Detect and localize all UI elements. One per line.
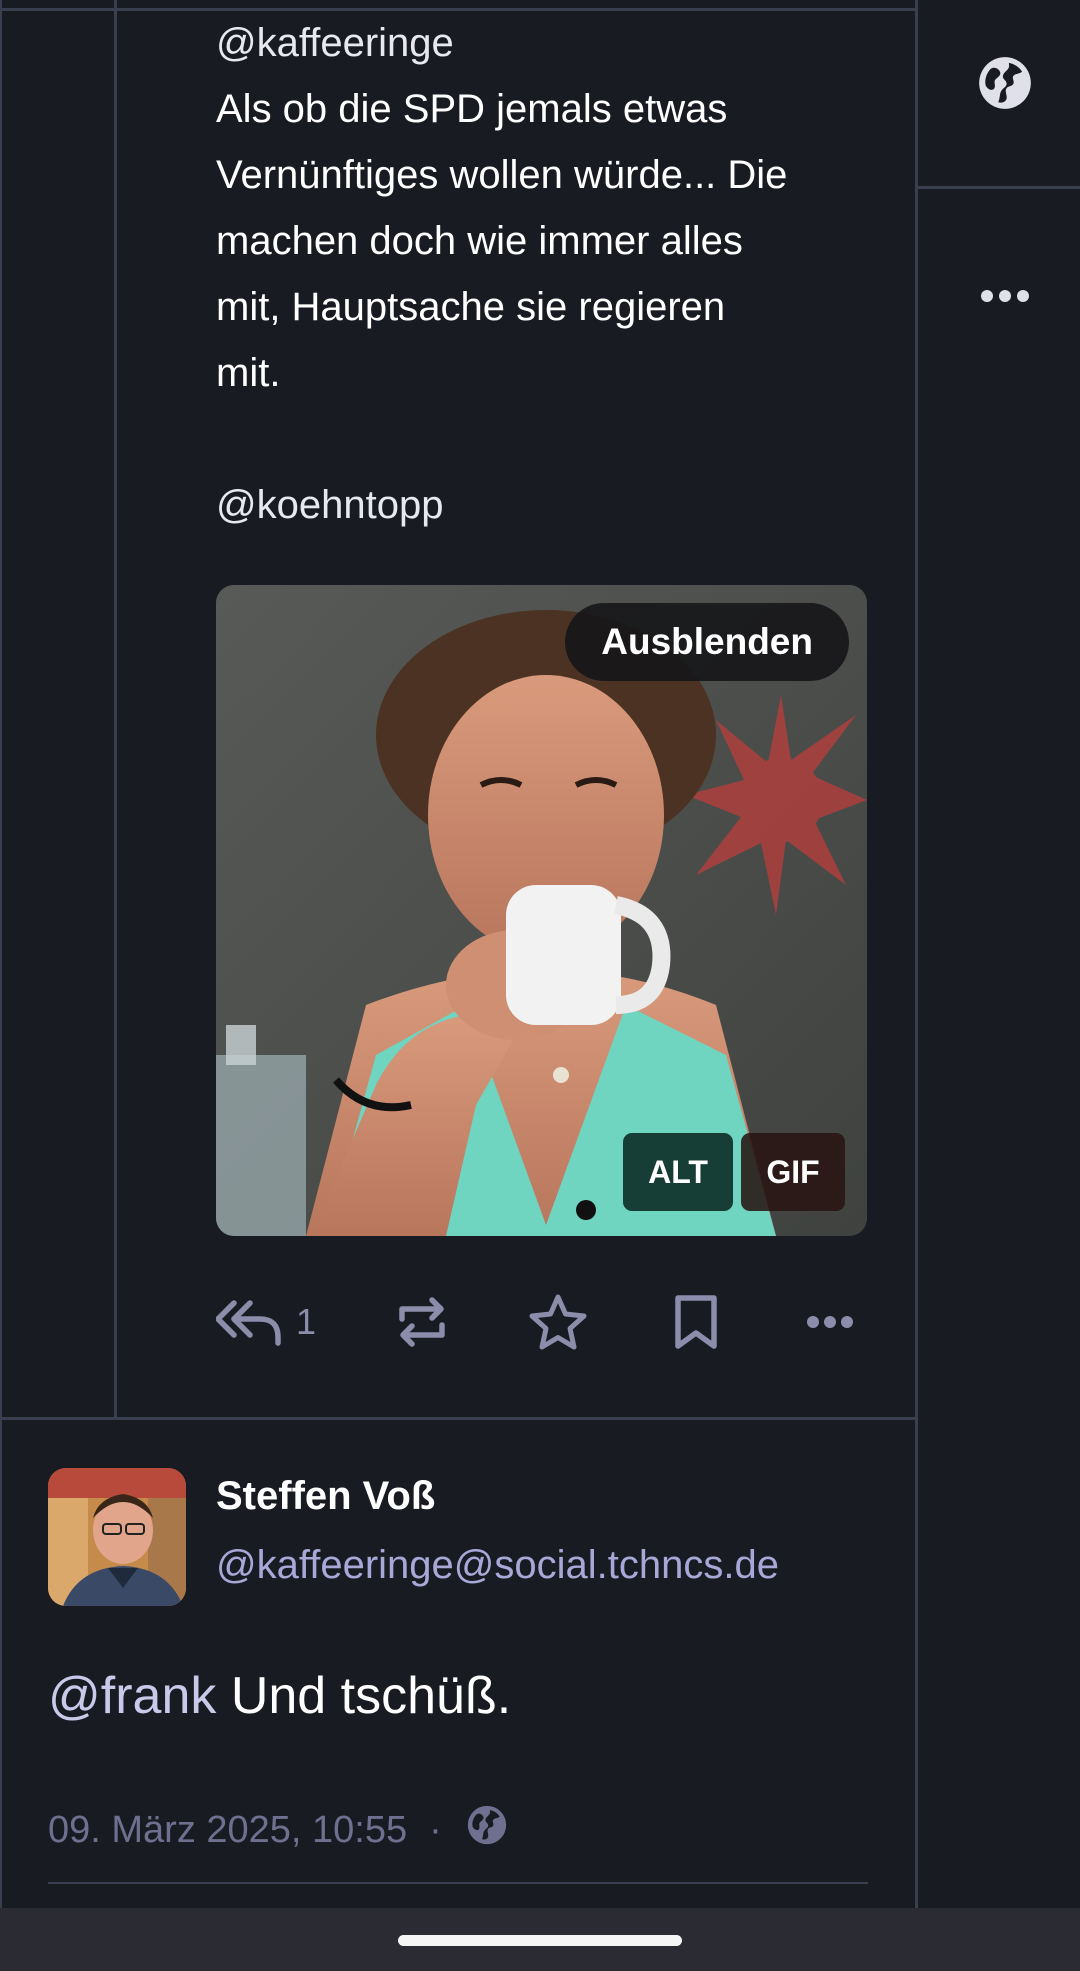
bookmark-button[interactable] (673, 1290, 719, 1354)
screen-left-border (0, 0, 2, 1908)
reply-bottom-divider (48, 1882, 868, 1884)
post-body: Als ob die SPD jemals etwas Vernünftiges… (216, 76, 876, 538)
mention-link[interactable]: @frank (48, 1667, 216, 1725)
gif-badge: GIF (741, 1133, 845, 1211)
post-more-button[interactable] (805, 1290, 855, 1354)
thread-line (114, 0, 117, 1418)
post-meta: 09. März 2025, 10:55 · (48, 1800, 510, 1860)
post-body-line: Als ob die SPD jemals etwas (216, 87, 728, 131)
avatar[interactable] (48, 1468, 186, 1606)
alt-text-badge[interactable]: ALT (623, 1133, 733, 1211)
more-horizontal-icon (805, 1312, 855, 1332)
boost-icon (394, 1293, 450, 1351)
reply-body: @frank Und tschüß. (48, 1666, 511, 1726)
post-body-line: mit, Hauptsache sie regieren (216, 285, 726, 329)
system-navigation-bar (0, 1908, 1080, 1971)
account-handle[interactable]: @kaffeeringe@social.tchncs.de (216, 1543, 779, 1588)
more-horizontal-icon[interactable] (978, 280, 1032, 312)
post-body-line: Vernünftiges wollen würde... Die (216, 153, 788, 197)
favourite-button[interactable] (528, 1290, 588, 1354)
reply-body-text: Und tschüß. (216, 1667, 512, 1725)
top-divider (0, 8, 916, 11)
thread-view: @kaffeeringe Als ob die SPD jemals etwas… (0, 0, 1080, 1971)
bookmark-icon (673, 1293, 719, 1351)
post-body-line: machen doch wie immer alles (216, 219, 743, 263)
reply-button[interactable]: 1 (216, 1290, 316, 1354)
reply-count: 1 (296, 1301, 317, 1342)
globe-icon[interactable] (974, 52, 1036, 114)
mention-link[interactable]: @kaffeeringe (216, 18, 454, 68)
hide-media-button[interactable]: Ausblenden (565, 603, 849, 681)
post-divider (0, 1417, 916, 1420)
globe-icon (464, 1802, 510, 1858)
reply-all-icon (216, 1297, 282, 1347)
media-attachment[interactable]: Ausblenden ALT GIF (216, 585, 867, 1236)
timestamp[interactable]: 09. März 2025, 10:55 (48, 1809, 407, 1852)
star-icon (528, 1293, 588, 1351)
display-name[interactable]: Steffen Voß (216, 1474, 435, 1519)
post-body-line: mit. (216, 351, 281, 395)
separator: · (429, 1808, 442, 1851)
mention-link[interactable]: @koehntopp (216, 472, 876, 538)
home-indicator[interactable] (398, 1935, 682, 1946)
right-column-divider (915, 0, 918, 1908)
rail-divider (918, 186, 1080, 189)
boost-button[interactable] (394, 1290, 450, 1354)
